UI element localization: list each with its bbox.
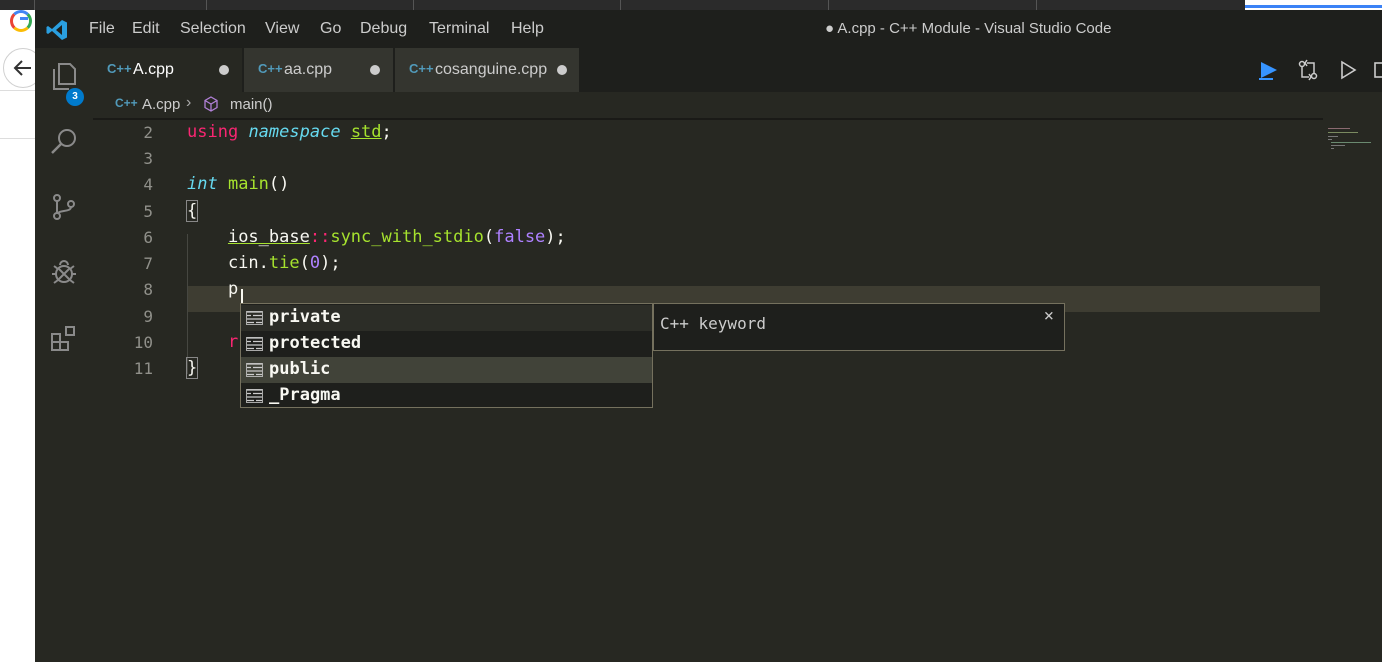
line-number: 8 [143,280,153,299]
menu-terminal[interactable]: Terminal [429,20,489,38]
menu-file[interactable]: File [89,20,115,38]
menu-view[interactable]: View [265,20,299,38]
run-icon[interactable] [1337,59,1359,81]
suggestion-label: protected [269,333,362,353]
activity-bar: 3 [35,48,93,662]
vscode-logo-icon [46,20,67,40]
tab-label: A.cpp [133,61,174,78]
suggestion-item-private[interactable]: private [241,305,652,331]
tab-aa-cpp[interactable]: C++ aa.cpp [244,48,394,92]
suggestion-item-protected[interactable]: protected [241,331,652,357]
line-number: 4 [143,175,153,194]
suggestion-label: public [269,359,331,379]
code-line-8: p [187,279,238,299]
source-control-icon[interactable] [48,191,80,223]
browser-active-tab[interactable] [1245,0,1382,10]
menu-selection[interactable]: Selection [180,20,246,38]
compare-changes-icon[interactable] [1297,59,1319,81]
google-icon [10,10,32,32]
code-line-4: int main() [187,174,290,194]
code-line-7: cin.tie(0); [187,253,341,273]
title-bar: File Edit Selection View Go Debug Termin… [35,10,1382,48]
cpp-file-icon: C++ [258,61,283,76]
search-icon[interactable] [48,126,80,158]
keyword-icon [246,337,263,351]
cpp-file-icon: C++ [107,61,132,76]
tab-cosanguine-cpp[interactable]: C++ cosanguine.cpp [395,48,580,92]
breadcrumb: C++ A.cpp › main() [93,92,1382,120]
minimap[interactable] [1325,120,1382,662]
line-number: 11 [133,359,153,378]
browser-divider [0,138,35,139]
debug-icon[interactable] [48,257,80,289]
suggestion-label: _Pragma [269,385,341,405]
code-line-6: ios_base::sync_with_stdio(false); [227,227,566,247]
suggestion-label: private [269,307,341,327]
menu-edit[interactable]: Edit [132,20,160,38]
line-number: 7 [143,254,153,273]
browser-tab-strip [0,0,1382,10]
suggestion-item-pragma[interactable]: _Pragma [241,383,652,409]
suggestion-widget: private protected public _Pragma [240,303,653,408]
suggestion-item-public[interactable]: public [241,357,652,383]
line-number: 10 [133,333,153,352]
close-icon[interactable]: × [1044,306,1054,326]
cpp-file-icon: C++ [115,96,138,110]
line-number: 6 [143,228,153,247]
breadcrumb-file[interactable]: A.cpp [142,96,180,113]
tab-a-cpp[interactable]: C++ A.cpp [93,48,243,92]
keyword-icon [246,363,263,377]
unsaved-dot-icon[interactable] [557,65,567,75]
code-line-5: { [185,200,199,222]
extensions-icon[interactable] [48,323,80,355]
method-cube-icon [204,96,218,112]
unsaved-dot-icon[interactable] [370,65,380,75]
explorer-badge: 3 [66,88,84,106]
menu-help[interactable]: Help [511,20,544,38]
unsaved-dot-icon[interactable] [219,65,229,75]
editor-actions [1242,48,1382,92]
typed-text: p [227,279,239,299]
code-line-2: using namespace std; [187,122,392,142]
arrow-left-icon [13,60,31,76]
editor-tab-bar: C++ A.cpp C++ aa.cpp C++ cosanguine.cpp [93,48,1382,92]
keyword-icon [246,311,263,325]
code-line-11: } [185,357,199,379]
line-number: 9 [143,307,153,326]
menu-go[interactable]: Go [320,20,341,38]
breadcrumb-symbol[interactable]: main() [230,96,273,113]
tab-label: aa.cpp [284,61,333,78]
code-line-10: r [227,332,239,352]
line-number: 2 [143,123,153,142]
browser-divider [0,90,35,91]
cpp-file-icon: C++ [409,61,434,76]
window-title: ● A.cpp - C++ Module - Visual Studio Cod… [825,20,1112,37]
chevron-right-icon: › [186,94,192,111]
menu-debug[interactable]: Debug [360,20,407,38]
tab-label: cosanguine.cpp [435,61,548,78]
browser-background [0,0,35,662]
keyword-icon [246,389,263,403]
suggestion-detail-text: C++ keyword [660,314,766,333]
split-editor-icon[interactable] [1372,59,1382,81]
suggestion-details: C++ keyword × [653,303,1065,351]
line-number: 3 [143,149,153,168]
line-number: 5 [143,202,153,221]
run-code-icon[interactable] [1257,59,1279,81]
